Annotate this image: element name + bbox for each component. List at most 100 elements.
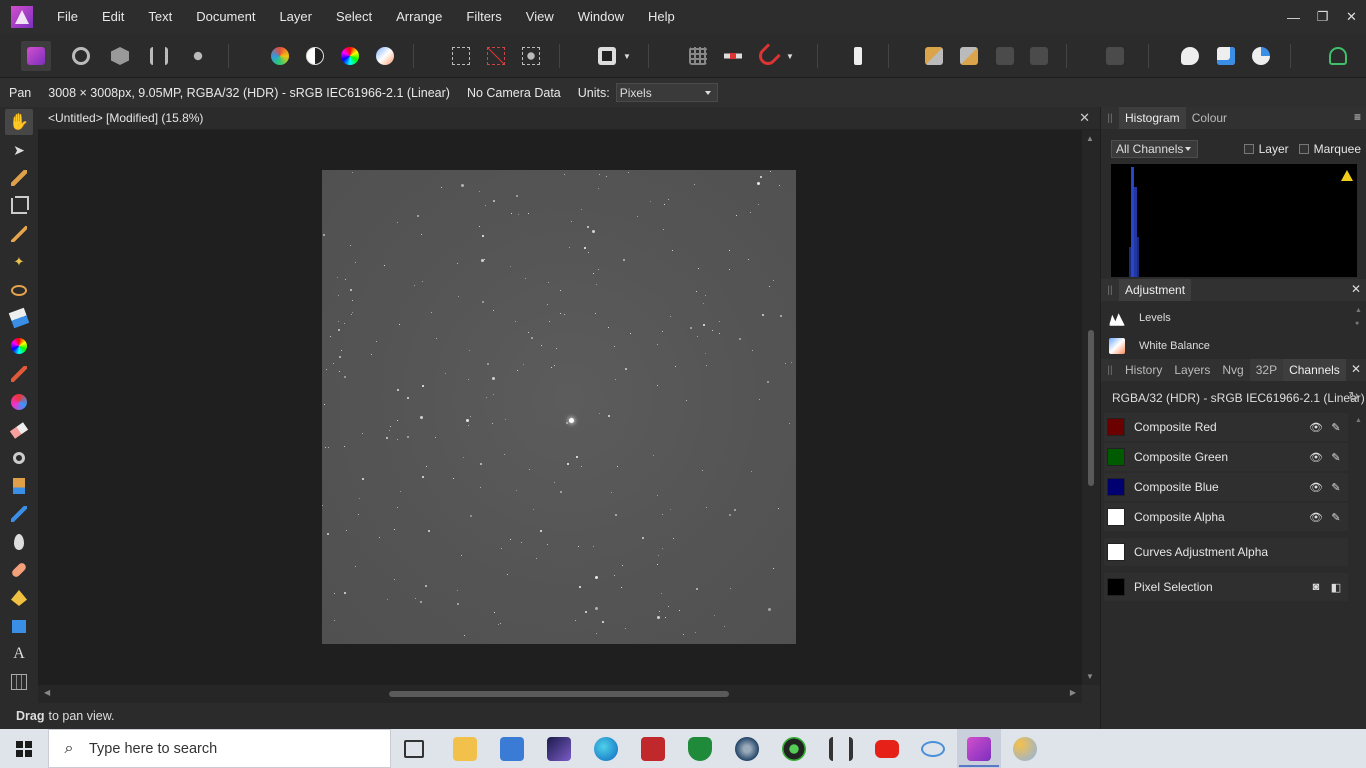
pan-tool-icon[interactable]: ✋ [5,109,33,135]
account-icon[interactable] [1323,41,1353,71]
edit-pencil-icon[interactable]: ✎ [1328,419,1344,435]
menu-view[interactable]: View [514,0,566,34]
menu-window[interactable]: Window [566,0,636,34]
file-explorer-icon[interactable] [453,737,477,761]
gradient-tool-icon[interactable] [5,333,33,359]
task-view-icon[interactable] [404,740,424,758]
clone-brush-tool-icon[interactable] [5,473,33,499]
flood-select-tool-icon[interactable]: ✦ [5,249,33,275]
vertical-scrollbar[interactable]: ▲ ▼ [1082,130,1100,685]
quick-mask-icon[interactable] [592,41,622,71]
move-forward-icon[interactable] [1024,41,1054,71]
canvas-area[interactable] [38,130,1082,685]
capture-icon[interactable] [921,741,945,757]
tone-mapping-persona-button[interactable] [144,41,174,71]
close-panel-icon[interactable]: ✕ [1351,362,1361,376]
flood-fill-tool-icon[interactable] [5,305,33,331]
snapping-magnet-icon[interactable] [753,41,783,71]
panel-grip-icon[interactable]: || [1101,113,1119,124]
auto-contrast-icon[interactable] [300,41,330,71]
mask-icon[interactable]: ◙ [1308,579,1324,595]
tab-channels[interactable]: Channels [1283,359,1346,381]
units-select[interactable]: Pixels [615,83,718,102]
text-tool-icon[interactable]: A [5,641,33,667]
boolean-intersect-icon[interactable] [1246,41,1276,71]
colour-picker-tool-icon[interactable] [5,165,33,191]
adjustment-scroll-thumb[interactable]: ● [1355,320,1363,327]
menu-filters[interactable]: Filters [454,0,513,34]
boolean-add-icon[interactable] [1175,41,1205,71]
invert-selection-icon[interactable] [516,41,546,71]
liquify-persona-button[interactable] [66,41,96,71]
move-back-icon[interactable] [919,41,949,71]
visibility-eye-icon[interactable]: 👁 [1308,479,1324,495]
erase-brush-tool-icon[interactable] [5,417,33,443]
start-button[interactable] [0,729,48,768]
adjustment-levels[interactable]: Levels [1109,305,1349,331]
paint-brush-tool-icon[interactable] [5,361,33,387]
sharpcap-icon[interactable] [735,737,759,761]
adjustment-white-balance[interactable]: White Balance [1109,337,1349,355]
zoom-tool-icon[interactable] [5,445,33,471]
photo-persona-button[interactable] [21,41,51,71]
menu-file[interactable]: File [44,0,90,34]
move-backward-icon[interactable] [990,41,1020,71]
warning-icon[interactable] [1341,170,1353,181]
tab-navigator[interactable]: Nvg [1216,359,1249,381]
edit-pencil-icon[interactable]: ✎ [1328,479,1344,495]
dodge-brush-tool-icon[interactable] [5,501,33,527]
panel-grip-icon[interactable]: || [1101,285,1119,296]
blur-brush-tool-icon[interactable] [5,529,33,555]
deselect-icon[interactable] [481,41,511,71]
panel-menu-icon[interactable]: ≡ [1354,110,1361,124]
rectangle-tool-icon[interactable] [5,613,33,639]
colour-replacement-tool-icon[interactable] [5,389,33,415]
move-front-icon[interactable] [954,41,984,71]
freehand-selection-tool-icon[interactable] [5,277,33,303]
align-icon[interactable] [1100,41,1130,71]
tab-32p[interactable]: 32P [1249,359,1284,381]
horizontal-scroll-thumb[interactable] [389,691,729,697]
menu-help[interactable]: Help [636,0,687,34]
channel-row-red[interactable]: Composite Red 👁 ✎ [1104,413,1348,441]
document-tab[interactable]: <Untitled> [Modified] (15.8%) ✕ [38,107,1100,130]
channel-row-green[interactable]: Composite Green 👁 ✎ [1104,443,1348,471]
tab-layers[interactable]: Layers [1168,359,1216,381]
youtube-icon[interactable] [875,740,899,758]
crop-tool-icon[interactable] [5,193,33,219]
taskbar-search[interactable]: ⌕ Type here to search [48,729,391,768]
menu-text[interactable]: Text [136,0,184,34]
menu-arrange[interactable]: Arrange [384,0,454,34]
affinity-photo-taskbar-icon[interactable] [959,737,999,767]
visibility-eye-icon[interactable]: 👁 [1308,509,1324,525]
auto-colours-icon[interactable] [335,41,365,71]
menu-select[interactable]: Select [324,0,384,34]
tab-histogram[interactable]: Histogram [1119,107,1186,129]
asi-studio-icon[interactable] [641,737,665,761]
inverse-mask-icon[interactable]: ◧ [1328,579,1344,595]
develop-persona-button[interactable] [105,41,135,71]
menu-document[interactable]: Document [184,0,267,34]
edit-pencil-icon[interactable]: ✎ [1328,509,1344,525]
horizontal-scrollbar[interactable]: ◀ ▶ [38,685,1082,703]
close-document-icon[interactable]: ✕ [1079,110,1090,126]
selection-brush-tool-icon[interactable] [5,221,33,247]
channel-row-pixel-selection[interactable]: Pixel Selection ◙ ◧ [1104,573,1348,601]
adjustment-scroll-up[interactable]: ▲ [1355,307,1363,314]
tab-colour[interactable]: Colour [1186,107,1233,129]
phd-guiding-icon[interactable] [782,737,806,761]
menu-edit[interactable]: Edit [90,0,136,34]
edit-pencil-icon[interactable]: ✎ [1328,449,1344,465]
tab-adjustment[interactable]: Adjustment [1119,279,1192,301]
move-tool-icon[interactable]: ➤ [5,137,33,163]
defender-icon[interactable] [688,737,712,761]
auto-white-balance-icon[interactable] [370,41,400,71]
stellarium-icon[interactable] [547,737,571,761]
boolean-subtract-icon[interactable] [1211,41,1241,71]
visibility-eye-icon[interactable]: 👁 [1308,419,1324,435]
restore-button[interactable]: ❐ [1308,0,1337,34]
channel-row-blue[interactable]: Composite Blue 👁 ✎ [1104,473,1348,501]
refresh-icon[interactable]: ↻ [1348,389,1359,405]
healing-brush-tool-icon[interactable] [5,557,33,583]
menu-layer[interactable]: Layer [267,0,324,34]
